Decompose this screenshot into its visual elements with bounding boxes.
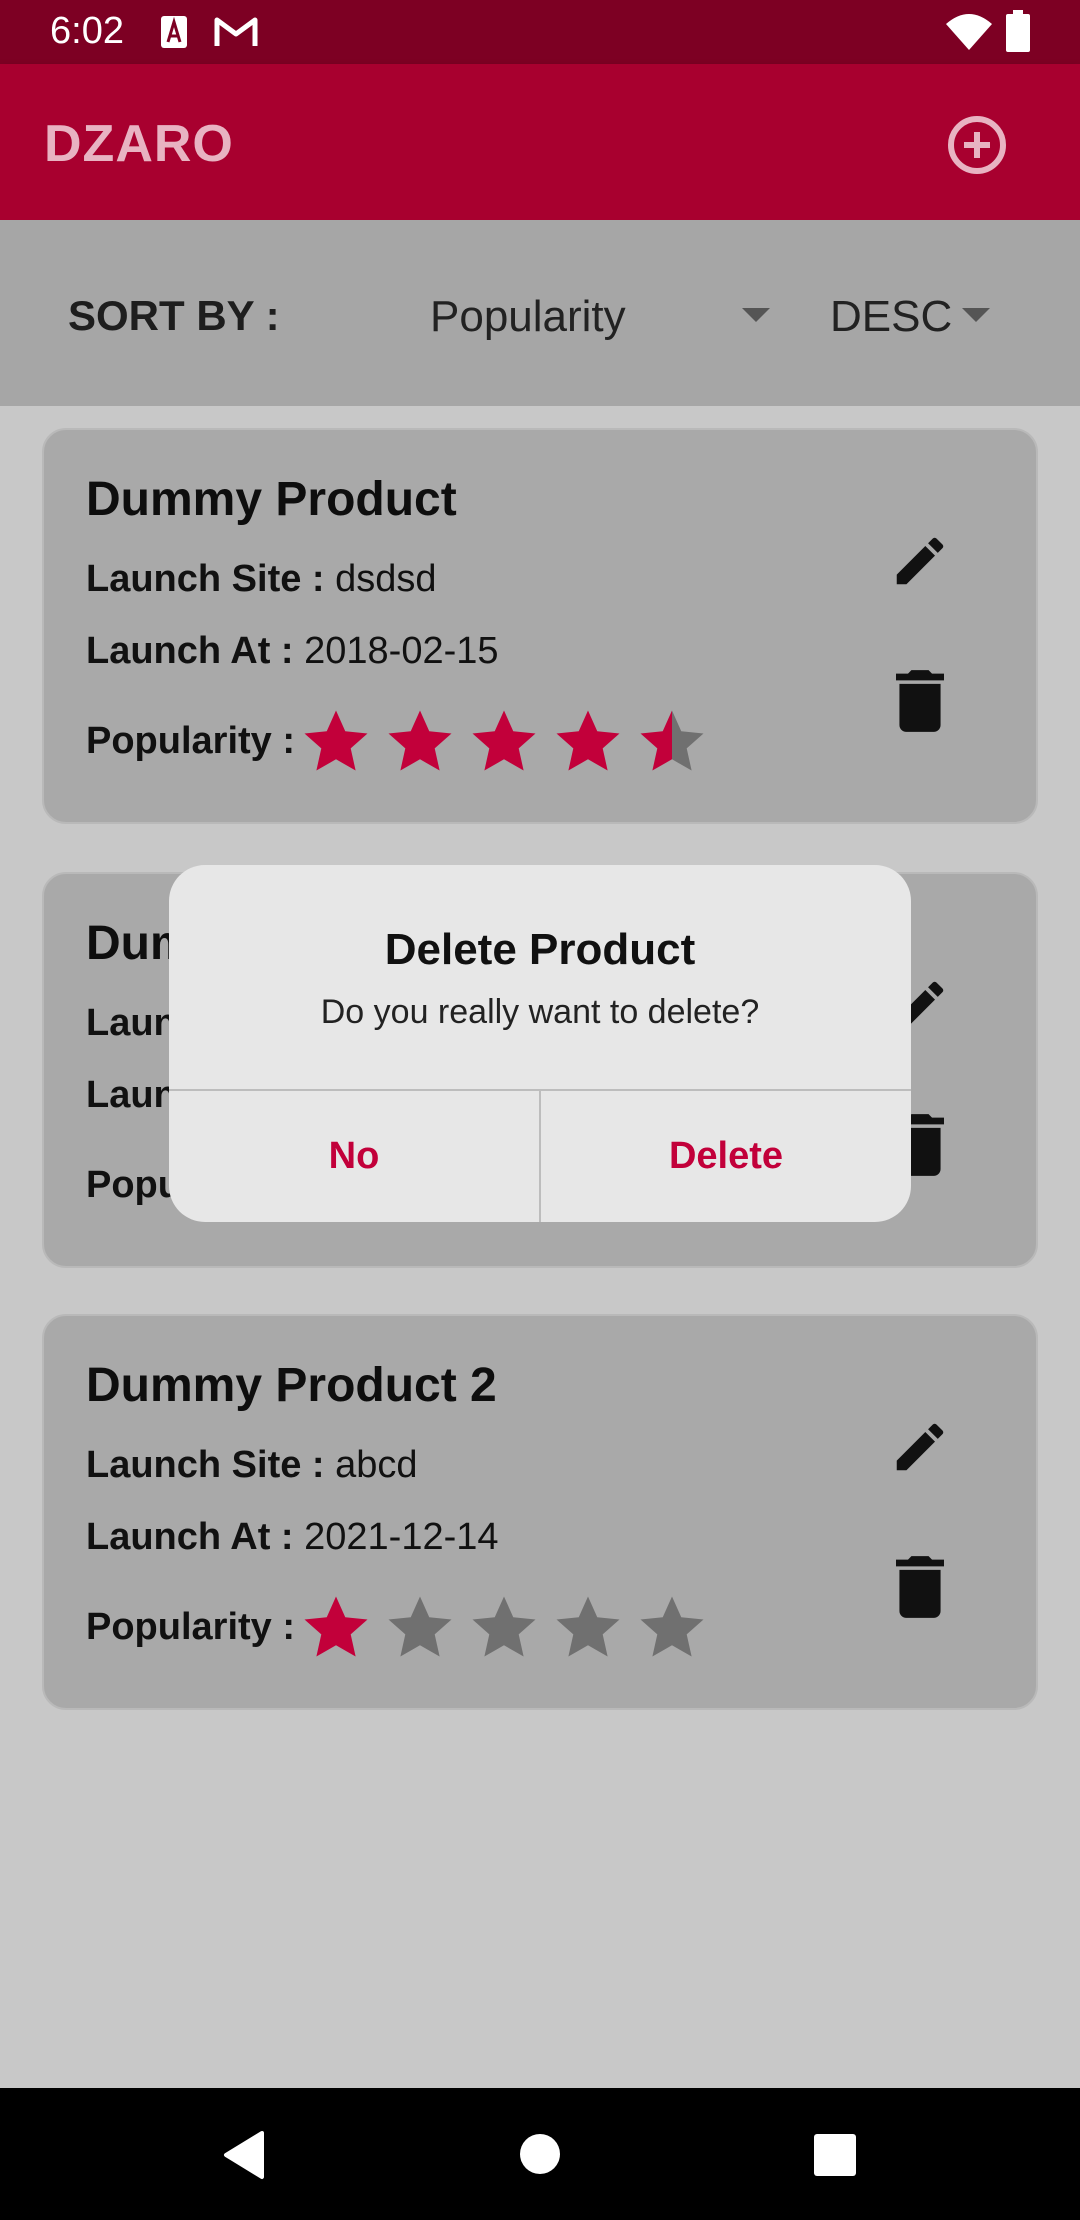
delete-confirm-dialog: Delete Product Do you really want to del…	[169, 865, 911, 1222]
dialog-message: Do you really want to delete?	[320, 993, 760, 1031]
system-nav-bar	[0, 2088, 1080, 2220]
home-circle-icon[interactable]	[520, 2134, 560, 2179]
dialog-scrim[interactable]: Delete Product Do you really want to del…	[0, 0, 1080, 2088]
dialog-title: Delete Product	[384, 925, 696, 974]
no-button[interactable]: No	[169, 1091, 539, 1222]
delete-button[interactable]: Delete	[541, 1091, 911, 1222]
recents-square-icon[interactable]	[814, 2134, 856, 2181]
back-triangle-icon[interactable]	[222, 2130, 266, 2185]
